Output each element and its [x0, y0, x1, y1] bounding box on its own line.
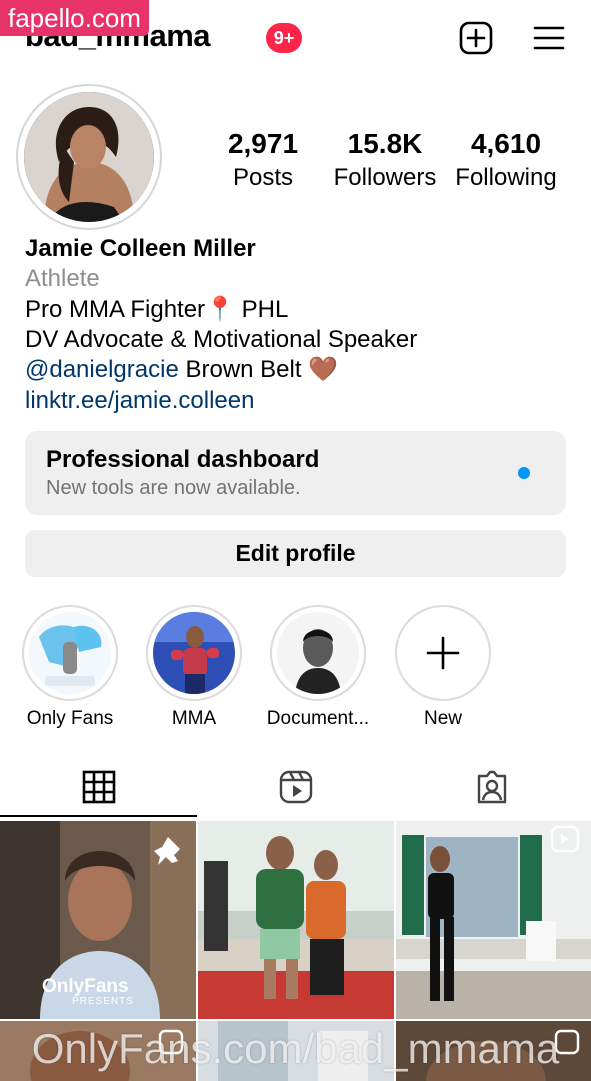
active-tab-indicator	[0, 815, 197, 817]
highlight-label-onlyfans: Only Fans	[26, 708, 114, 729]
reels-icon[interactable]	[279, 770, 313, 804]
bio-line-1: Pro MMA Fighter📍 PHL	[25, 295, 288, 325]
documentary-highlight-icon	[277, 612, 359, 694]
onlyfans-overlay-logo: OnlyFans	[42, 976, 129, 997]
tagged-icon[interactable]	[475, 770, 509, 804]
highlight-mma[interactable]	[146, 605, 242, 701]
stat-posts[interactable]: 2,971 Posts	[193, 128, 333, 192]
onlyfans-overlay-subtitle: PRESENTS	[72, 996, 134, 1007]
highlight-onlyfans[interactable]	[22, 605, 118, 701]
bio-mention-link[interactable]: @danielgracie	[25, 356, 179, 383]
followers-count: 15.8K	[347, 128, 423, 159]
following-count: 4,610	[470, 128, 542, 159]
posts-label: Posts	[232, 164, 294, 191]
dashboard-title: Professional dashboard	[46, 446, 320, 473]
bio-line-1-text: Pro MMA Fighter	[25, 296, 206, 323]
highlight-label-documentary: Document...	[266, 708, 370, 729]
new-indicator-dot	[518, 467, 530, 479]
onlyfans-highlight-icon	[29, 612, 111, 694]
bio-line-3-text: Brown Belt	[185, 356, 302, 383]
followers-label: Followers	[333, 164, 437, 191]
avatar[interactable]	[24, 92, 154, 222]
onlyfans-watermark: OnlyFans.com/bad_mmama	[31, 1025, 560, 1072]
menu-icon[interactable]	[531, 20, 567, 56]
site-watermark: fapello.com	[0, 0, 149, 36]
edit-profile-button[interactable]: Edit profile	[25, 530, 566, 577]
bio-line-1-location: PHL	[241, 296, 289, 323]
following-label: Following	[455, 164, 557, 191]
notification-badge[interactable]: 9+	[266, 23, 302, 53]
grid-icon[interactable]	[82, 770, 116, 804]
highlight-label-mma: MMA	[171, 708, 217, 729]
bio-line-3: @danielgracie Brown Belt 🤎	[25, 355, 338, 385]
posts-count: 2,971	[227, 128, 299, 159]
profile-full-name: Jamie Colleen Miller	[25, 235, 256, 262]
stat-following[interactable]: 4,610 Following	[436, 128, 576, 192]
grid-post-3[interactable]	[396, 821, 591, 1019]
pin-emoji-icon: 📍	[205, 296, 235, 323]
plus-icon	[426, 636, 460, 670]
profile-category: Athlete	[25, 265, 100, 292]
highlight-new[interactable]	[395, 605, 491, 701]
bio-external-link[interactable]: linktr.ee/jamie.colleen	[25, 386, 254, 416]
new-post-icon[interactable]	[458, 20, 494, 56]
highlight-documentary[interactable]	[270, 605, 366, 701]
mma-highlight-icon	[153, 612, 235, 694]
brown-heart-emoji-icon: 🤎	[308, 356, 339, 383]
bio-line-2: DV Advocate & Motivational Speaker	[25, 326, 418, 353]
highlight-label-new: New	[423, 708, 462, 729]
dashboard-subtitle: New tools are now available.	[46, 477, 301, 499]
stat-followers[interactable]: 15.8K Followers	[315, 128, 455, 192]
grid-post-2[interactable]	[198, 821, 394, 1019]
